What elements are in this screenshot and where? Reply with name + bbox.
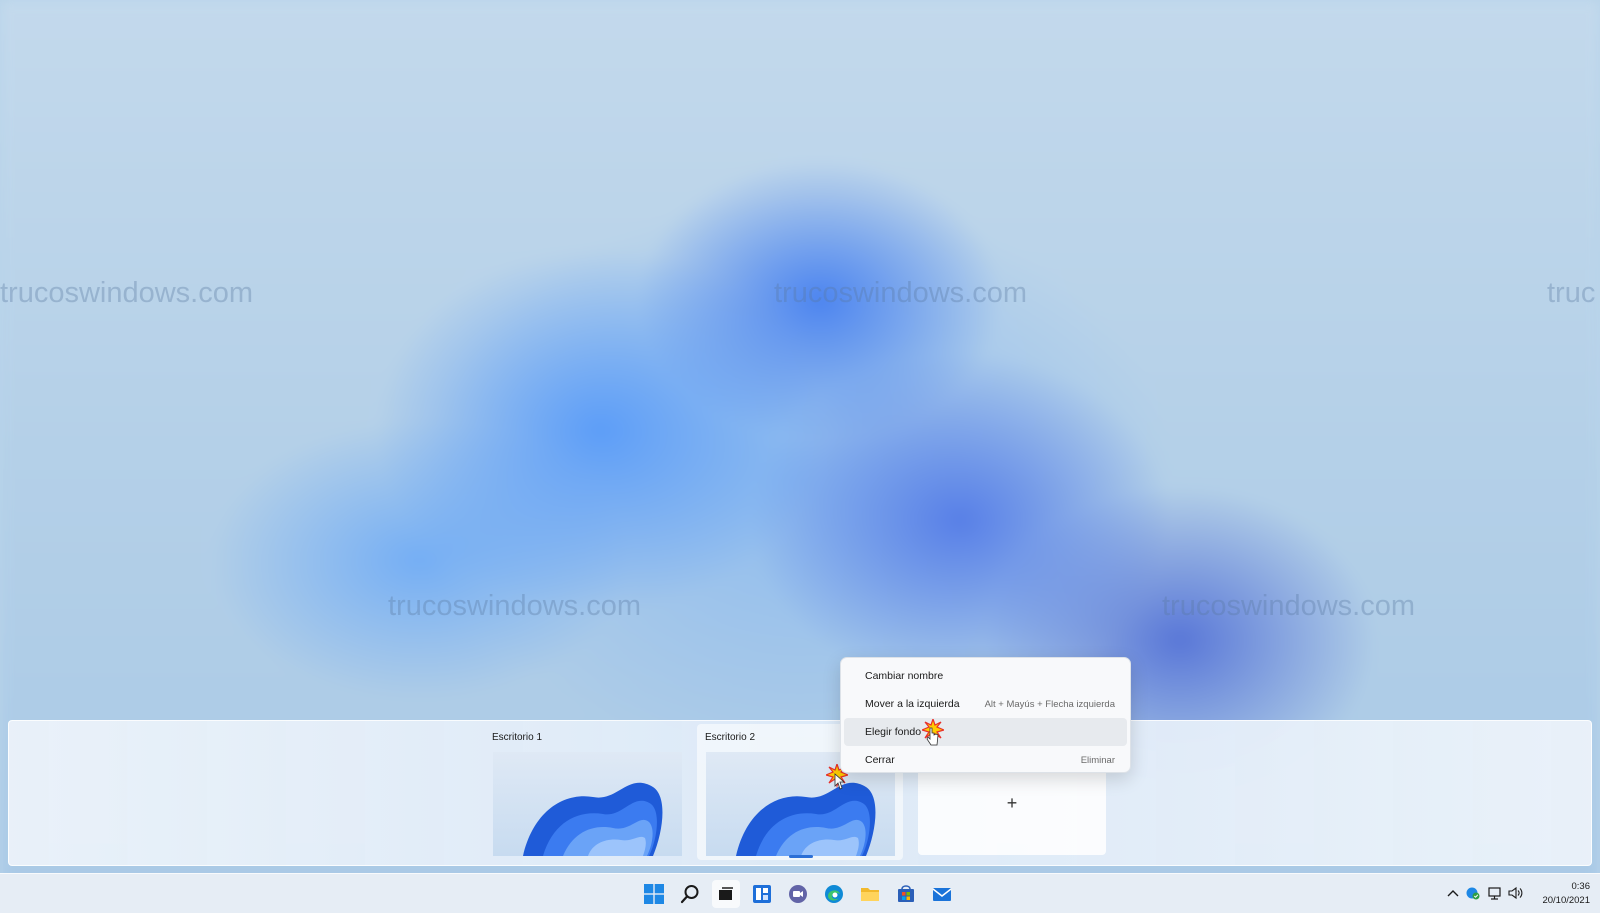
store-icon[interactable]: [892, 880, 920, 908]
menu-item-close[interactable]: Cerrar Eliminar: [844, 746, 1127, 774]
watermark-text: trucoswindows.com: [0, 277, 254, 309]
chat-icon[interactable]: [784, 880, 812, 908]
watermark-text: truc: [1547, 277, 1596, 309]
start-icon[interactable]: [640, 880, 668, 908]
widgets-icon[interactable]: [748, 880, 776, 908]
taskbar-clock[interactable]: 0:36 20/10/2021: [1530, 880, 1590, 908]
menu-item-choose-background[interactable]: Elegir fondo: [844, 718, 1127, 746]
desktop-thumbnail-1[interactable]: Escritorio 1: [484, 724, 690, 860]
desktop-label: Escritorio 1: [492, 732, 543, 743]
menu-item-shortcut: Eliminar: [1080, 754, 1115, 766]
desktop-label: Escritorio 2: [705, 732, 756, 743]
clock-date: 20/10/2021: [1542, 895, 1590, 906]
menu-item-shortcut: Alt + Mayús + Flecha izquierda: [984, 698, 1115, 710]
active-desktop-indicator: [789, 855, 813, 858]
desktop-context-menu: Cambiar nombre Mover a la izquierda Alt …: [840, 657, 1131, 773]
watermark-text: trucoswindows.com: [388, 590, 642, 622]
network-icon[interactable]: [1487, 884, 1503, 902]
plus-icon: +: [1006, 793, 1018, 813]
security-icon[interactable]: [1465, 884, 1481, 902]
mail-icon[interactable]: [928, 880, 956, 908]
clock-time: 0:36: [1571, 881, 1591, 892]
edge-icon[interactable]: [820, 880, 848, 908]
menu-item-label: Cambiar nombre: [865, 670, 944, 682]
desktop-preview-image: [493, 752, 682, 856]
watermark-text: trucoswindows.com: [1162, 590, 1416, 622]
search-icon[interactable]: [676, 880, 704, 908]
menu-item-move-left[interactable]: Mover a la izquierda Alt + Mayús + Flech…: [844, 690, 1127, 718]
volume-icon[interactable]: [1508, 884, 1524, 902]
task-view-icon[interactable]: [712, 880, 740, 908]
watermark-text: trucoswindows.com: [774, 277, 1028, 309]
menu-item-label: Elegir fondo: [865, 726, 922, 738]
chevron-up-icon[interactable]: [1445, 884, 1461, 902]
menu-item-rename[interactable]: Cambiar nombre: [844, 662, 1127, 690]
menu-item-label: Mover a la izquierda: [865, 698, 960, 710]
menu-item-label: Cerrar: [865, 754, 895, 766]
file-explorer-icon[interactable]: [856, 880, 884, 908]
